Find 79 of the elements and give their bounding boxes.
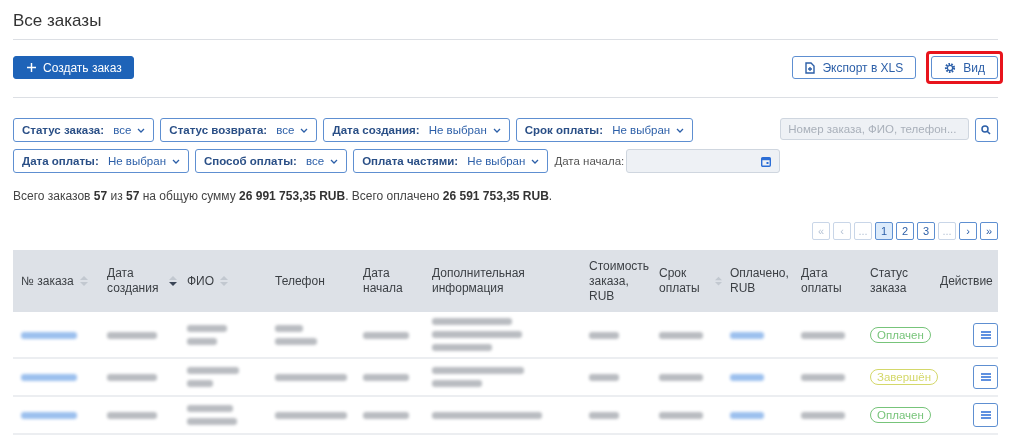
page-button[interactable]: » bbox=[980, 222, 998, 240]
blurred-text bbox=[21, 374, 77, 382]
column-header: Дата начала bbox=[363, 266, 404, 296]
chevron-icon bbox=[300, 127, 309, 133]
blurred-text bbox=[363, 331, 409, 339]
blurred-text bbox=[589, 331, 619, 339]
sort-icon[interactable] bbox=[169, 275, 177, 287]
blurred-text bbox=[730, 331, 764, 339]
page-button[interactable]: 3 bbox=[917, 222, 935, 240]
blurred-text bbox=[107, 374, 157, 382]
page-button[interactable]: 1 bbox=[875, 222, 893, 240]
date-field[interactable] bbox=[626, 149, 781, 173]
create-order-button[interactable]: Создать заказ bbox=[13, 56, 134, 79]
gear-icon bbox=[944, 61, 957, 74]
blurred-text bbox=[275, 412, 347, 420]
blurred-text bbox=[730, 374, 764, 382]
filter-dropdown[interactable]: Дата оплаты: Не выбран bbox=[13, 149, 189, 173]
date-label: Дата начала: bbox=[554, 155, 625, 167]
column-header: Дата создания bbox=[107, 266, 160, 296]
blurred-text bbox=[187, 405, 237, 425]
blurred-text bbox=[275, 324, 317, 345]
blurred-text bbox=[21, 331, 77, 339]
blurred-text bbox=[107, 331, 157, 339]
column-header: ФИО bbox=[187, 273, 215, 289]
blurred-text bbox=[363, 374, 409, 382]
column-header: № заказа bbox=[21, 273, 74, 289]
filter-dropdown[interactable]: Срок оплаты: Не выбран bbox=[515, 118, 694, 142]
blurred-text bbox=[730, 412, 764, 420]
menu-icon bbox=[980, 373, 991, 381]
filter-dropdown[interactable]: Оплата частями: Не выбран bbox=[353, 149, 549, 173]
search-button[interactable] bbox=[974, 118, 998, 142]
chevron-icon bbox=[676, 127, 685, 133]
blurred-text bbox=[589, 374, 619, 382]
page-title: Все заказы bbox=[13, 10, 103, 32]
filter-dropdown[interactable]: Способ оплаты: все bbox=[195, 149, 348, 173]
filter-dropdown[interactable]: Дата создания: Не выбран bbox=[323, 118, 510, 142]
blurred-text bbox=[187, 324, 227, 345]
blurred-text bbox=[589, 412, 619, 420]
menu-icon bbox=[980, 330, 991, 339]
column-header: Срок оплаты bbox=[659, 266, 701, 296]
document-icon bbox=[805, 61, 816, 74]
blurred-text bbox=[659, 374, 703, 382]
filter-dropdown[interactable]: Статус возврата: все bbox=[160, 118, 318, 142]
search-field[interactable]: Номер заказа, ФИО, телефон... bbox=[780, 118, 969, 140]
chevron-icon bbox=[330, 158, 339, 164]
view-button[interactable]: Вид bbox=[931, 56, 998, 79]
column-header: Стоимость заказа, RUB bbox=[589, 258, 651, 304]
orders-summary: Всего заказов 57 из 57 на общую сумму 26 991 753,35 RUB. Всего оплачено 26 591 753,35 RUB. bbox=[13, 189, 554, 203]
column-header: Телефон bbox=[275, 273, 325, 289]
chevron-icon bbox=[172, 158, 180, 164]
filter-dropdown[interactable]: Статус заказа: все bbox=[13, 118, 155, 142]
blurred-text bbox=[107, 412, 157, 420]
export-button[interactable]: Экспорт в XLS bbox=[792, 56, 917, 79]
column-header: Оплачено, RUB bbox=[730, 266, 790, 296]
blurred-text bbox=[659, 331, 703, 339]
chevron-icon bbox=[492, 127, 501, 133]
menu-button[interactable] bbox=[973, 403, 998, 427]
blurred-text bbox=[21, 412, 77, 420]
plus-icon bbox=[27, 63, 36, 72]
column-header: Статус заказа bbox=[870, 266, 909, 296]
blurred-text bbox=[801, 331, 845, 339]
chevron-icon bbox=[531, 158, 540, 164]
blurred-text bbox=[801, 412, 845, 420]
column-header: Дополнительная информация bbox=[432, 266, 526, 296]
menu-button[interactable] bbox=[973, 322, 998, 347]
page-button[interactable]: › bbox=[959, 222, 977, 240]
blurred-text bbox=[275, 374, 347, 382]
search-icon bbox=[981, 125, 992, 135]
chevron-icon bbox=[137, 127, 146, 133]
page-button[interactable]: 2 bbox=[896, 222, 914, 240]
column-header: Действие bbox=[940, 273, 993, 289]
column-header: Дата оплаты bbox=[801, 266, 843, 296]
calendar-icon bbox=[761, 155, 772, 167]
blurred-text bbox=[187, 367, 239, 387]
blurred-text bbox=[659, 412, 703, 420]
menu-icon bbox=[980, 411, 991, 419]
blurred-text bbox=[801, 374, 845, 382]
menu-button[interactable] bbox=[973, 365, 998, 389]
blurred-text bbox=[363, 412, 409, 420]
